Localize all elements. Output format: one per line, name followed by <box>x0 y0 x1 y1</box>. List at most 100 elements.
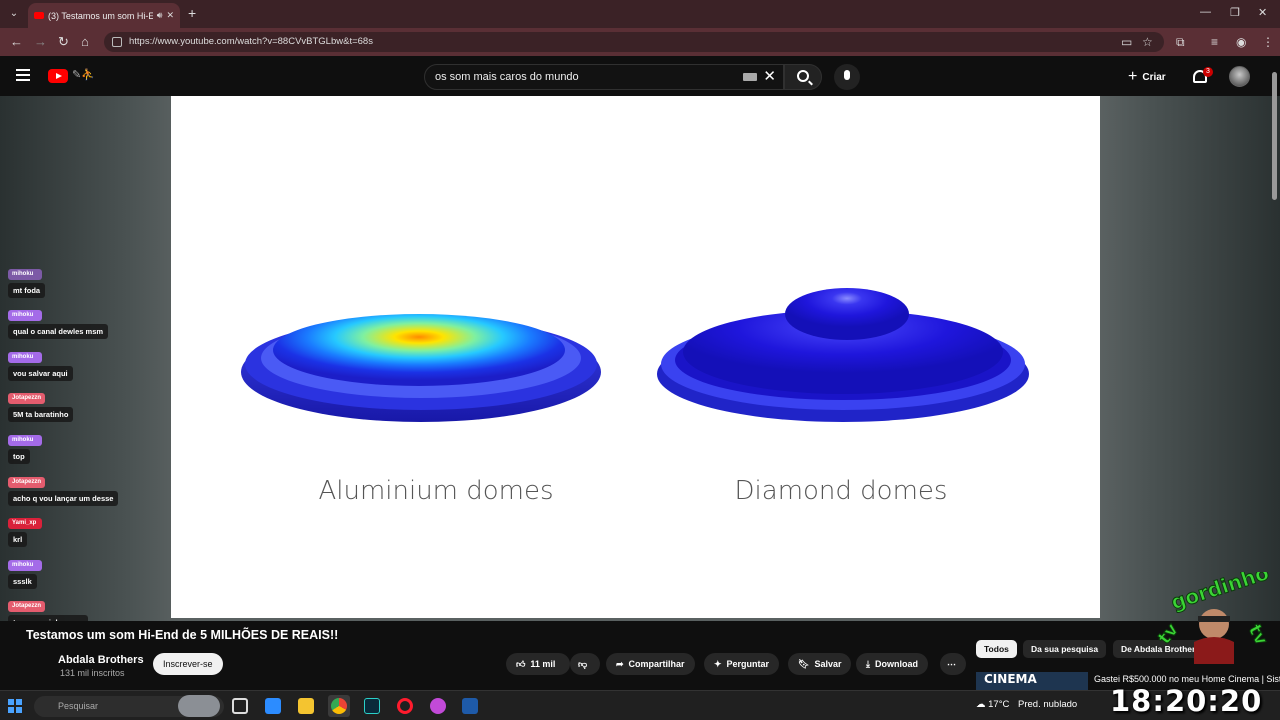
minimize-icon[interactable]: — <box>1200 6 1211 18</box>
steam-icon[interactable] <box>462 698 478 714</box>
youtube-header: ✎⛹ os som mais caros do mundo ✕ + Criar … <box>0 56 1280 96</box>
media-control-icon[interactable]: ≡ <box>1211 35 1218 49</box>
messenger-icon[interactable] <box>430 698 446 714</box>
chat-username: Jotapezzn <box>8 601 46 612</box>
chrome-active-slot[interactable] <box>328 695 350 717</box>
dislike-button[interactable]: 👎︎ <box>570 653 600 675</box>
chat-message: Jotapezzn 5M ta baratinho <box>8 386 168 422</box>
like-button[interactable]: 👍︎ 11 mil <box>506 653 570 675</box>
create-button[interactable]: + Criar <box>1128 66 1166 88</box>
restore-icon[interactable]: ❐ <box>1230 6 1240 19</box>
share-label: Compartilhar <box>628 659 685 669</box>
active-tab[interactable]: (3) Testamos um som Hi-End 🔊︎ ✕ <box>28 3 180 28</box>
search-query: os som mais caros do mundo <box>435 71 579 83</box>
speaker-icon[interactable]: 🔊︎ <box>157 10 163 21</box>
task-view-icon[interactable] <box>232 698 248 714</box>
chat-username: mihoku <box>8 560 42 571</box>
opera-icon[interactable] <box>397 698 413 714</box>
download-button[interactable]: ⤓ Download <box>856 653 928 675</box>
tab-close-icon[interactable]: ✕ <box>166 10 174 21</box>
download-icon: ⤓ <box>866 658 870 669</box>
chat-text: mt foda <box>8 283 46 298</box>
voice-search-button[interactable] <box>834 64 860 90</box>
weather-widget[interactable]: ☁ 17°C Pred. nublado <box>976 699 1077 710</box>
chat-username: mihoku <box>8 310 42 321</box>
search-icon <box>797 70 809 82</box>
forward-icon[interactable]: → <box>34 34 47 49</box>
chat-text: top <box>8 449 30 464</box>
search-button[interactable] <box>784 64 822 90</box>
chat-message: Jotapezzn acho q vou lançar um desse <box>8 470 168 506</box>
terminal-icon[interactable] <box>364 698 380 714</box>
browser-tab-bar: ⌄ (3) Testamos um som Hi-End 🔊︎ ✕ + — ❐ … <box>0 0 1280 28</box>
clear-search-icon[interactable]: ✕ <box>763 65 776 89</box>
recommendation-thumbnail[interactable]: CINEMA <box>976 672 1088 690</box>
reload-icon[interactable]: ↻ <box>58 34 69 50</box>
youtube-doodle-icon[interactable]: ✎⛹ <box>72 68 95 81</box>
subscriber-count: 131 mil inscritos <box>60 668 125 678</box>
file-explorer-icon[interactable] <box>298 698 314 714</box>
chat-message: mihoku mt foda <box>8 262 168 298</box>
video-player[interactable]: Aluminium domes Diamond domes <box>171 96 1100 618</box>
chat-message: mihoku qual o canal dewles msm <box>8 303 168 339</box>
hamburger-menu-icon[interactable] <box>16 69 30 81</box>
subscribe-button[interactable]: Inscrever-se <box>153 653 223 675</box>
create-label: Criar <box>1142 71 1166 83</box>
stream-clock: 18:20:20 <box>1110 684 1263 718</box>
profile-icon[interactable]: ◉ <box>1236 35 1246 49</box>
bookmark-star-icon[interactable]: ☆ <box>1142 35 1153 49</box>
windows-start-icon[interactable] <box>8 699 22 713</box>
youtube-logo-icon[interactable] <box>48 69 68 83</box>
back-icon[interactable]: ← <box>10 34 23 49</box>
taskbar-search-label: Pesquisar <box>58 701 99 711</box>
svg-text:tv: tv <box>1244 621 1272 649</box>
chrome-icon <box>331 698 347 714</box>
filter-chip-search[interactable]: Da sua pesquisa <box>1023 640 1107 658</box>
chat-message: Yami_xp krl <box>8 511 168 547</box>
extensions-icon[interactable]: ⧉ <box>1176 35 1185 50</box>
chat-text: ssslk <box>8 574 37 589</box>
search-highlight-icon[interactable] <box>178 695 220 717</box>
share-button[interactable]: ➦ Compartilhar <box>606 653 695 675</box>
chat-text: acho q vou lançar um desse <box>8 491 119 506</box>
chat-text: qual o canal dewles msm <box>8 324 109 339</box>
menu-dots-icon[interactable]: ⋮ <box>1262 35 1274 49</box>
more-icon: ⋯ <box>947 658 956 669</box>
chat-username: mihoku <box>8 352 42 363</box>
home-icon[interactable]: ⌂ <box>81 34 89 49</box>
filter-chip-all[interactable]: Todos <box>976 640 1017 658</box>
chat-text: krl <box>8 532 28 547</box>
thumbs-down-icon: 👎︎ <box>578 658 588 669</box>
save-button[interactable]: 🔖︎ Salvar <box>788 653 852 675</box>
avatar[interactable] <box>1229 66 1250 87</box>
url-field[interactable]: https://www.youtube.com/watch?v=88CVvBTG… <box>104 32 1164 52</box>
scroll-thumb[interactable] <box>1272 72 1277 200</box>
download-label: Download <box>874 659 918 669</box>
tab-title: (3) Testamos um som Hi-End <box>48 10 153 21</box>
search-input[interactable]: os som mais caros do mundo ✕ <box>424 64 784 90</box>
keyboard-icon[interactable] <box>743 73 757 81</box>
chat-text: 5M ta baratinho <box>8 407 74 422</box>
chat-username: mihoku <box>8 435 42 446</box>
diamond-domes-label: Diamond domes <box>734 476 948 506</box>
url-text: https://www.youtube.com/watch?v=88CVvBTG… <box>129 36 373 47</box>
ask-button[interactable]: ✦ Perguntar <box>704 653 780 675</box>
new-tab-icon[interactable]: + <box>188 5 196 21</box>
temperature: 17°C <box>988 699 1010 710</box>
chat-message: mihoku ssslk <box>8 553 168 589</box>
plus-icon: + <box>1128 68 1138 85</box>
svg-text:tv: tv <box>1154 619 1183 648</box>
aluminium-dome-image <box>241 314 601 422</box>
more-actions-button[interactable]: ⋯ <box>940 653 966 675</box>
site-info-icon[interactable] <box>112 37 122 47</box>
close-window-icon[interactable]: ✕ <box>1258 6 1267 19</box>
channel-name[interactable]: Abdala Brothers <box>58 654 144 666</box>
chat-username: mihoku <box>8 269 42 280</box>
cast-icon[interactable]: ▭ <box>1121 35 1132 49</box>
windows-taskbar: Pesquisar ☁ 17°C Pred. nublado <box>0 690 1280 720</box>
svg-text:gordinho: gordinho <box>1168 572 1272 614</box>
ask-label: Perguntar <box>726 659 770 669</box>
tab-list-icon[interactable]: ⌄ <box>6 6 22 22</box>
store-icon[interactable] <box>265 698 281 714</box>
chat-username: Jotapezzn <box>8 393 46 404</box>
